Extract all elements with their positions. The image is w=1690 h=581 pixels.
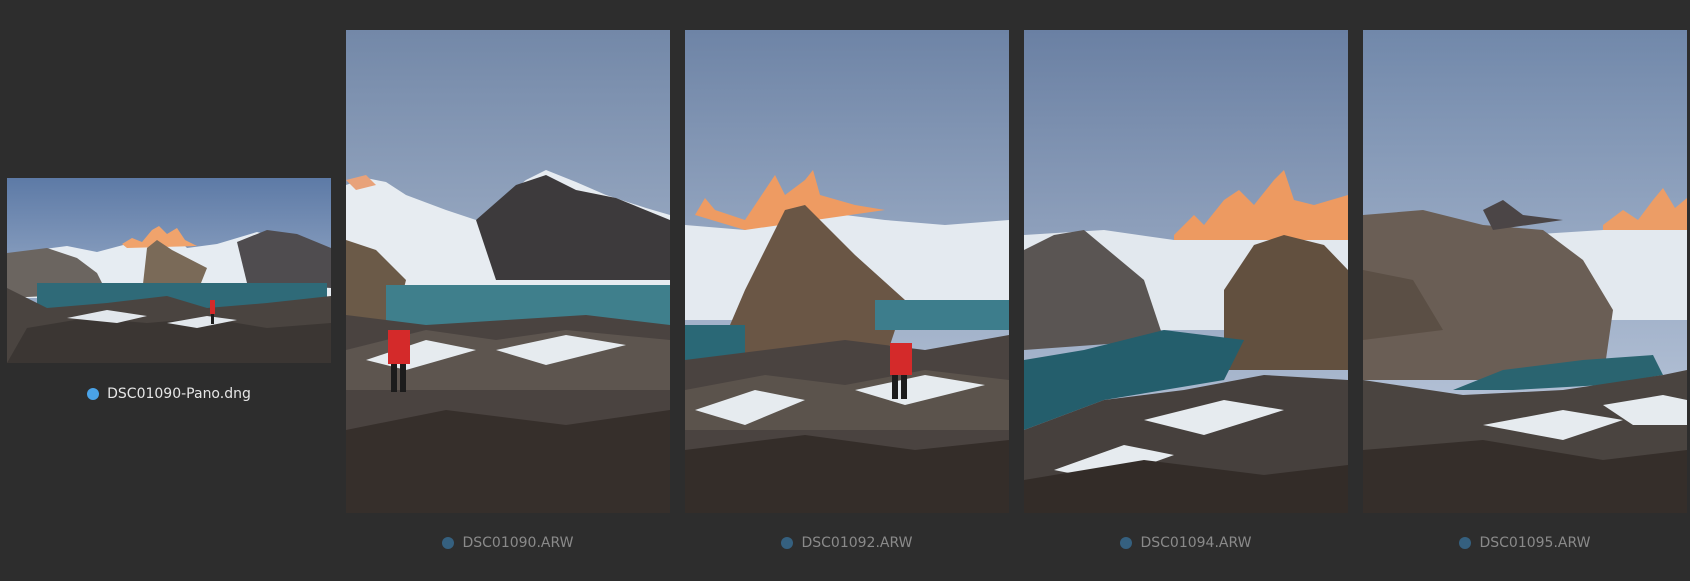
color-label-dot: [442, 537, 455, 549]
filename-label: DSC01090-Pano.dng: [107, 386, 251, 402]
filename-label: DSC01095.ARW: [1479, 535, 1591, 551]
color-label-dot: [1120, 537, 1133, 549]
photo-image: [1024, 30, 1348, 513]
filmstrip: DSC01090-Pano.dng DSC01090.ARW DSC01092.…: [0, 0, 1690, 581]
thumbnail-dsc01095[interactable]: [1363, 30, 1687, 513]
filename-label: DSC01094.ARW: [1140, 535, 1252, 551]
photo-image: [685, 30, 1009, 513]
color-label-dot: [1459, 537, 1472, 549]
panorama-image: [7, 178, 331, 363]
thumbnail-caption-dsc01092[interactable]: DSC01092.ARW: [685, 531, 1009, 555]
thumbnail-dsc01092[interactable]: [685, 30, 1009, 513]
color-label-dot: [781, 537, 794, 549]
thumbnail-caption-dsc01094[interactable]: DSC01094.ARW: [1024, 531, 1348, 555]
thumbnail-caption-dsc01090[interactable]: DSC01090.ARW: [346, 531, 670, 555]
thumbnail-dsc01094[interactable]: [1024, 30, 1348, 513]
thumbnail-dsc01090[interactable]: [346, 30, 670, 513]
filename-label: DSC01092.ARW: [801, 535, 913, 551]
color-label-dot: [87, 388, 100, 400]
thumbnail-pano[interactable]: [7, 178, 331, 363]
filename-label: DSC01090.ARW: [462, 535, 574, 551]
photo-image: [346, 30, 670, 513]
thumbnail-caption-dsc01095[interactable]: DSC01095.ARW: [1363, 531, 1687, 555]
thumbnail-caption-pano[interactable]: DSC01090-Pano.dng: [7, 382, 331, 406]
photo-image: [1363, 30, 1687, 513]
